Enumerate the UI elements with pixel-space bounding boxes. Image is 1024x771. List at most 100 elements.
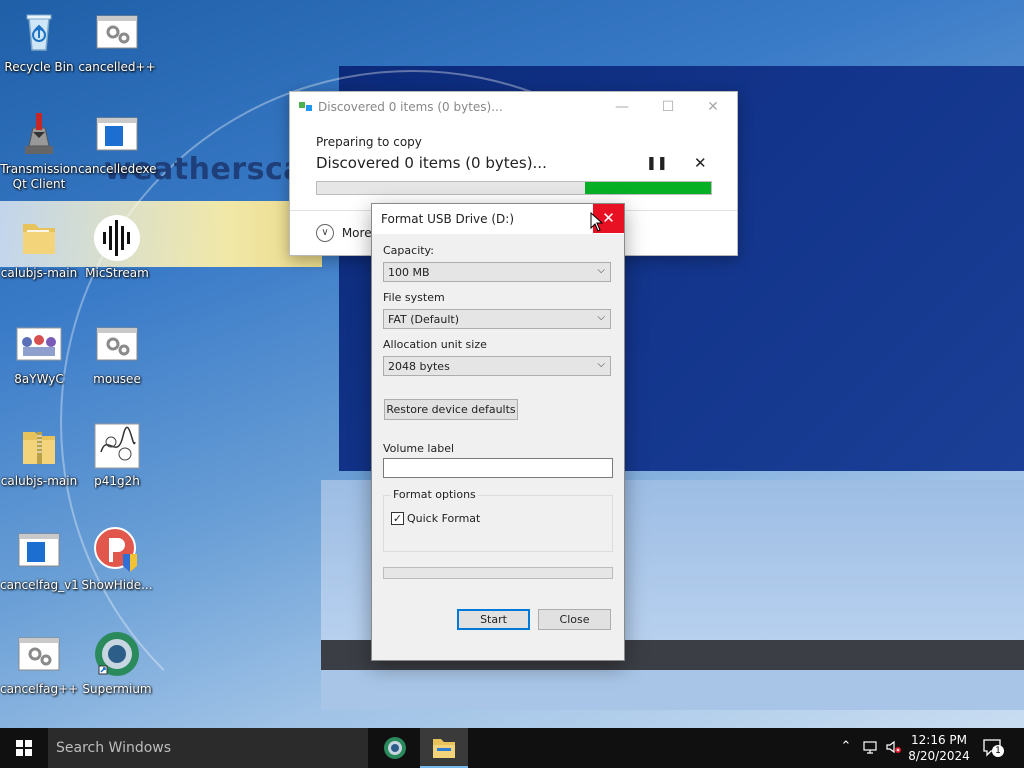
supermium-browser-icon [95, 632, 139, 676]
clock-time: 12:16 PM [911, 733, 967, 747]
desktop-icon-label: calubjs-main [0, 266, 78, 280]
desktop-icon-mousee[interactable]: mousee [78, 320, 156, 387]
zip-folder-icon [23, 432, 55, 464]
desktop-icon-label: cancelfag++ [0, 682, 79, 696]
start-button[interactable]: Start [457, 609, 530, 630]
chevron-down-icon: ∨ [316, 224, 334, 242]
clock-date: 8/20/2024 [908, 749, 970, 763]
desktop-icon-label: MicStream [85, 266, 149, 280]
taskbar-app-file-explorer[interactable] [420, 728, 468, 768]
restore-defaults-button[interactable]: Restore device defaults [384, 399, 518, 420]
desktop-icon-supermium[interactable]: Supermium [78, 630, 156, 697]
volume-label-caption: Volume label [383, 442, 455, 455]
transmission-icon [25, 113, 53, 154]
format-dialog-title: Format USB Drive (D:) [381, 212, 515, 226]
copy-dialog-title-bar[interactable]: Discovered 0 items (0 bytes)... — ☐ ✕ [290, 92, 737, 122]
format-options-group: Format options ✓ Quick Format [383, 488, 613, 552]
audio-wave-icon [94, 215, 140, 261]
chevron-up-icon[interactable]: ⌃ [838, 739, 854, 755]
desktop-icon-label: 8aYWyC [14, 372, 64, 386]
desktop-icon-calubjs-main-zip[interactable]: calubjs-main [0, 422, 78, 489]
more-details-toggle[interactable]: ∨ More [316, 224, 372, 244]
desktop-icon-label: calubjs-main [0, 474, 78, 488]
quick-format-label[interactable]: Quick Format [407, 512, 480, 525]
desktop-icon-cancelled-pp[interactable]: cancelled++ [78, 8, 156, 75]
chevron-down-icon: ⌵ [597, 265, 605, 276]
copy-files-icon [299, 102, 312, 111]
supermium-browser-icon [384, 737, 406, 759]
capacity-value: 100 MB [388, 266, 430, 279]
image-thumbnail-icon [16, 327, 62, 361]
copy-dialog-title: Discovered 0 items (0 bytes)... [318, 100, 503, 114]
application-window-icon [96, 117, 138, 151]
more-details-label: More [341, 226, 372, 240]
taskbar: Search Windows ⌃ 12:16 PM 8/20/2024 1 [0, 728, 1024, 768]
chevron-down-icon: ⌵ [597, 359, 605, 370]
showhide-app-icon [94, 527, 137, 572]
maximize-icon[interactable]: ☐ [658, 97, 678, 117]
desktop-icon-label: mousee [93, 372, 141, 386]
desktop-icon-label: Transmission Qt Client [0, 162, 78, 191]
desktop-icon-label: cancelfag_v1 [0, 578, 79, 592]
application-window-icon [18, 533, 60, 567]
format-progress-bar [383, 567, 613, 579]
desktop-icon-showhide[interactable]: ShowHide... [78, 526, 156, 593]
settings-window-icon [96, 15, 138, 49]
taskbar-app-supermium[interactable] [371, 728, 419, 768]
filesystem-label: File system [383, 291, 445, 304]
volume-label-input[interactable] [383, 458, 613, 478]
capacity-label: Capacity: [383, 244, 434, 257]
quick-format-checkbox[interactable]: ✓ [391, 512, 404, 525]
mouse-cursor-icon [590, 212, 604, 232]
desktop-icon-p41g2h[interactable]: p41g2h [78, 422, 156, 489]
capacity-select[interactable]: 100 MB ⌵ [383, 262, 611, 282]
file-explorer-icon [433, 739, 455, 758]
settings-window-icon [96, 327, 138, 361]
format-dialog-title-bar[interactable]: Format USB Drive (D:) ✕ [372, 204, 624, 234]
network-icon[interactable] [862, 739, 878, 755]
copy-progress-fill [584, 182, 711, 194]
desktop-icon-cancelledexe[interactable]: cancelledexe [78, 110, 157, 177]
desktop-icon-micstream[interactable]: MicStream [78, 214, 156, 281]
settings-window-icon [18, 637, 60, 671]
desktop-icon-8aywyc[interactable]: 8aYWyC [0, 320, 78, 387]
volume-muted-icon[interactable] [885, 739, 901, 755]
copy-status-subtitle: Preparing to copy [316, 135, 422, 149]
search-placeholder: Search Windows [56, 740, 172, 756]
allocation-value: 2048 bytes [388, 360, 450, 373]
desktop-icon-label: cancelledexe [78, 162, 157, 176]
format-options-label: Format options [391, 488, 478, 501]
windows-logo-icon [16, 740, 32, 756]
notification-count-badge: 1 [992, 745, 1004, 757]
close-icon[interactable]: ✕ [703, 97, 723, 117]
desktop-icon-label: Supermium [82, 682, 152, 696]
chevron-down-icon: ⌵ [597, 312, 605, 323]
filesystem-select[interactable]: FAT (Default) ⌵ [383, 309, 611, 329]
sketch-image-icon [94, 423, 140, 469]
copy-status-main: Discovered 0 items (0 bytes)... [316, 154, 547, 172]
desktop: weathersca Recycle Bin Transmission Qt C… [0, 0, 1024, 728]
desktop-icon-label: p41g2h [94, 474, 140, 488]
desktop-icon-calubjs-main[interactable]: calubjs-main [0, 214, 78, 281]
format-dialog[interactable]: Format USB Drive (D:) ✕ Capacity: 100 MB… [371, 203, 625, 661]
desktop-icon-label: Recycle Bin [4, 60, 74, 74]
taskbar-search-box[interactable]: Search Windows [48, 728, 368, 768]
desktop-icon-cancelfag-pp[interactable]: cancelfag++ [0, 630, 78, 697]
stop-icon[interactable]: ✕ [694, 154, 707, 172]
copy-progress-bar [316, 181, 712, 195]
desktop-icon-label: ShowHide... [81, 578, 153, 592]
allocation-select[interactable]: 2048 bytes ⌵ [383, 356, 611, 376]
desktop-icon-transmission[interactable]: Transmission Qt Client [0, 110, 78, 192]
start-button[interactable] [0, 728, 48, 768]
clock[interactable]: 12:16 PM 8/20/2024 [904, 732, 974, 764]
notification-center-button[interactable]: 1 [982, 738, 1004, 758]
recycle-bin-icon [26, 14, 52, 51]
folder-icon [23, 224, 55, 254]
desktop-icon-label: cancelled++ [78, 60, 156, 74]
desktop-icon-recycle-bin[interactable]: Recycle Bin [0, 8, 78, 75]
filesystem-value: FAT (Default) [388, 313, 459, 326]
desktop-icon-cancelfag-v1[interactable]: cancelfag_v1 [0, 526, 79, 593]
minimize-icon[interactable]: — [612, 97, 632, 117]
pause-icon[interactable]: ❚❚ [646, 156, 668, 171]
close-button[interactable]: Close [538, 609, 611, 630]
